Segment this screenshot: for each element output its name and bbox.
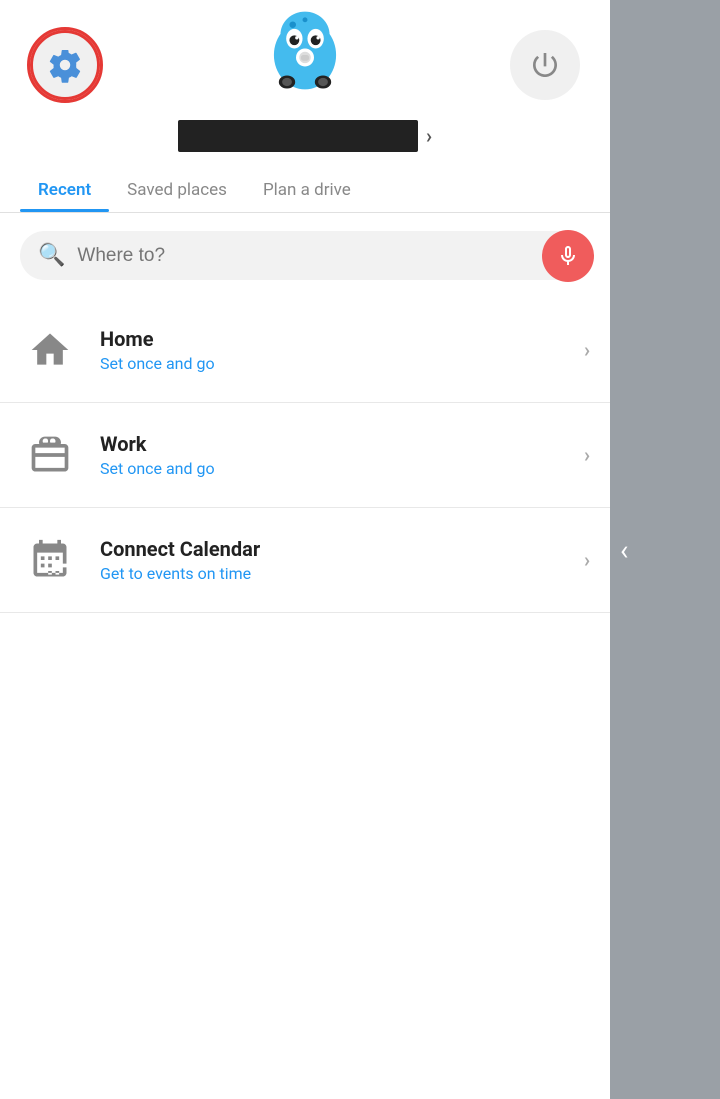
collapse-chevron-icon[interactable]: ‹ bbox=[620, 533, 628, 566]
search-input[interactable] bbox=[77, 245, 572, 267]
calendar-chevron-icon: › bbox=[584, 548, 590, 572]
work-chevron-icon: › bbox=[584, 443, 590, 467]
username-bar[interactable]: › bbox=[30, 120, 580, 152]
search-icon: 🔍 bbox=[38, 243, 65, 268]
waze-mascot bbox=[260, 10, 350, 100]
tab-recent[interactable]: Recent bbox=[20, 168, 109, 212]
home-icon-container bbox=[20, 320, 80, 380]
home-chevron-icon: › bbox=[584, 338, 590, 362]
microphone-icon bbox=[556, 244, 580, 268]
header bbox=[0, 0, 610, 110]
settings-button[interactable] bbox=[30, 30, 100, 100]
search-bar: 🔍 bbox=[20, 231, 590, 280]
calendar-text: Connect Calendar Get to events on time bbox=[100, 537, 584, 583]
home-subtitle: Set once and go bbox=[100, 354, 584, 373]
gear-icon bbox=[47, 47, 83, 83]
work-icon-container bbox=[20, 425, 80, 485]
calendar-subtitle: Get to events on time bbox=[100, 564, 584, 583]
power-icon bbox=[529, 49, 561, 81]
calendar-icon-container bbox=[20, 530, 80, 590]
tab-saved-places[interactable]: Saved places bbox=[109, 168, 245, 212]
calendar-title: Connect Calendar bbox=[100, 537, 584, 561]
home-icon bbox=[28, 328, 72, 372]
home-text: Home Set once and go bbox=[100, 327, 584, 373]
work-icon bbox=[28, 433, 72, 477]
calendar-icon bbox=[28, 538, 72, 582]
search-area: 🔍 bbox=[0, 213, 610, 298]
microphone-button[interactable] bbox=[542, 230, 594, 282]
main-panel: › Recent Saved places Plan a drive 🔍 bbox=[0, 0, 610, 1099]
home-item[interactable]: Home Set once and go › bbox=[0, 298, 610, 403]
tab-plan-drive[interactable]: Plan a drive bbox=[245, 168, 369, 212]
work-text: Work Set once and go bbox=[100, 432, 584, 478]
tabs-container: Recent Saved places Plan a drive bbox=[0, 168, 610, 213]
side-panel: ‹ bbox=[610, 0, 720, 1099]
work-title: Work bbox=[100, 432, 584, 456]
work-item[interactable]: Work Set once and go › bbox=[0, 403, 610, 508]
username-redacted bbox=[178, 120, 418, 152]
home-title: Home bbox=[100, 327, 584, 351]
username-chevron-icon: › bbox=[426, 124, 432, 148]
work-subtitle: Set once and go bbox=[100, 459, 584, 478]
calendar-item[interactable]: Connect Calendar Get to events on time › bbox=[0, 508, 610, 613]
waze-logo bbox=[260, 10, 350, 100]
power-button[interactable] bbox=[510, 30, 580, 100]
